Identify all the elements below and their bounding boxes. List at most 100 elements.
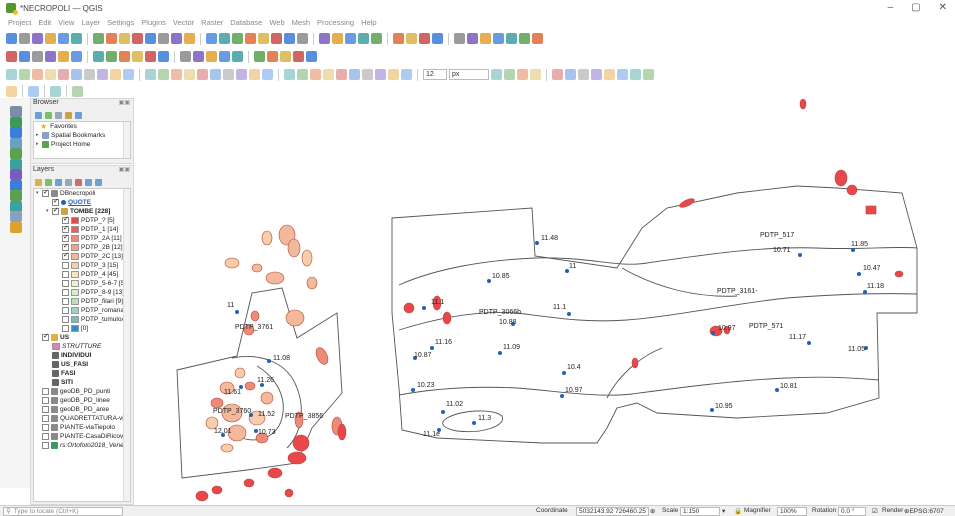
layer-visibility-checkbox[interactable]	[42, 189, 49, 197]
add-layer-tool-icon[interactable]	[10, 211, 22, 222]
layer-visibility-checkbox[interactable]	[52, 197, 59, 206]
expand-all-icon[interactable]	[85, 179, 92, 186]
toolbar-tool-icon[interactable]	[643, 69, 654, 80]
toolbar-tool-icon[interactable]	[71, 51, 82, 62]
tomb[interactable]	[195, 490, 209, 502]
toolbar-tool-icon[interactable]	[145, 33, 156, 44]
layer-visibility-checkbox[interactable]	[62, 298, 69, 305]
toolbar-tool-icon[interactable]	[393, 33, 404, 44]
toolbar-tool-icon[interactable]	[284, 69, 295, 80]
layer-visibility-checkbox[interactable]	[62, 271, 69, 278]
layer-item[interactable]: FASI	[34, 369, 130, 378]
tomb[interactable]	[234, 367, 246, 379]
layers-scrollbar[interactable]	[123, 189, 130, 501]
toolbar-tool-icon[interactable]	[97, 69, 108, 80]
tomb[interactable]	[210, 397, 224, 409]
tomb[interactable]	[244, 381, 256, 391]
elevation-point[interactable]	[711, 331, 715, 335]
layer-visibility-checkbox[interactable]	[62, 307, 69, 314]
tomb[interactable]	[260, 391, 274, 405]
chevron-down-icon[interactable]: ▾	[722, 507, 725, 515]
layer-item[interactable]: QUADRETTATURA-viaTiep	[34, 414, 130, 423]
tomb[interactable]	[292, 434, 310, 452]
toolbar-tool-icon[interactable]	[388, 69, 399, 80]
style-icon[interactable]	[35, 179, 42, 186]
toolbar-tool-icon[interactable]	[158, 51, 169, 62]
toolbar-tool-icon[interactable]	[45, 51, 56, 62]
collapse-icon[interactable]	[65, 112, 72, 119]
tomb[interactable]	[243, 478, 255, 488]
toolbar-tool-icon[interactable]	[271, 33, 282, 44]
layer-item[interactable]: PDTP_4 [45]	[34, 270, 130, 279]
toolbar-tool-icon[interactable]	[19, 51, 30, 62]
layer-item[interactable]: PDTP_5-6-7 [53]	[34, 279, 130, 288]
toolbar-tool-icon[interactable]	[375, 69, 386, 80]
toolbar-tool-icon[interactable]	[319, 33, 330, 44]
toolbar-tool-icon[interactable]	[210, 69, 221, 80]
elevation-point[interactable]	[498, 351, 502, 355]
toolbar-tool-icon[interactable]	[110, 69, 121, 80]
layer-visibility-checkbox[interactable]	[62, 224, 69, 233]
layer-visibility-checkbox[interactable]	[42, 388, 49, 395]
toolbar-tool-icon[interactable]	[6, 51, 17, 62]
add-layer-tool-icon[interactable]	[10, 221, 22, 233]
elevation-point[interactable]	[411, 388, 415, 392]
layer-item[interactable]: PDTP_romana [26]	[34, 306, 130, 315]
layer-visibility-checkbox[interactable]	[62, 289, 69, 296]
browser-item-favorites[interactable]: ★ Favorites	[34, 122, 130, 131]
tomb[interactable]	[337, 423, 347, 441]
toolbar-tool-icon[interactable]	[297, 69, 308, 80]
layer-visibility-checkbox[interactable]	[52, 206, 59, 215]
elevation-point[interactable]	[472, 421, 476, 425]
layer-item[interactable]: PDTP_2C [13]	[34, 251, 130, 261]
toolbar-tool-icon[interactable]	[262, 69, 273, 80]
toolbar-tool-icon[interactable]	[32, 51, 43, 62]
toolbar-tool-icon[interactable]	[219, 51, 230, 62]
toolbar-tool-icon[interactable]	[491, 69, 502, 80]
layer-item[interactable]: US_FASI	[34, 360, 130, 369]
menu-settings[interactable]: Settings	[107, 18, 134, 27]
toolbar-tool-icon[interactable]	[480, 33, 491, 44]
toolbar-tool-icon[interactable]	[58, 33, 69, 44]
minimize-button[interactable]: –	[888, 2, 894, 13]
toolbar-tool-icon[interactable]	[249, 69, 260, 80]
layer-visibility-checkbox[interactable]	[62, 316, 69, 323]
collapse-all-icon[interactable]	[95, 179, 102, 186]
elevation-point[interactable]	[567, 312, 571, 316]
tomb[interactable]	[846, 184, 858, 196]
toolbar-tool-icon[interactable]	[180, 51, 191, 62]
toolbar-tool-icon[interactable]	[145, 51, 156, 62]
tomb[interactable]	[834, 169, 848, 187]
elevation-point[interactable]	[267, 359, 271, 363]
map-canvas[interactable]: PDTP_3761 PDTP_3760 PDTP_3856 PDTP_3066b…	[137, 98, 955, 505]
toolbar-tool-icon[interactable]	[254, 51, 265, 62]
toolbar-tool-icon[interactable]	[493, 33, 504, 44]
add-layer-tool-icon[interactable]	[10, 148, 22, 159]
layer-item[interactable]: QUOTE	[34, 197, 130, 207]
toolbar-tool-icon[interactable]	[71, 33, 82, 44]
toolbar-tool-icon[interactable]	[184, 69, 195, 80]
elevation-point[interactable]	[560, 394, 564, 398]
layer-visibility-checkbox[interactable]	[62, 280, 69, 287]
toolbar-tool-icon[interactable]	[306, 51, 317, 62]
layer-visibility-checkbox[interactable]	[62, 242, 69, 251]
add-layer-tool-icon[interactable]	[10, 158, 22, 170]
toolbar-tool-icon[interactable]	[323, 69, 334, 80]
tomb[interactable]	[306, 276, 318, 290]
tomb[interactable]	[265, 271, 285, 285]
menu-edit[interactable]: Edit	[38, 18, 51, 27]
tomb[interactable]	[267, 467, 283, 479]
tomb[interactable]	[631, 357, 639, 369]
tomb[interactable]	[301, 249, 313, 267]
toolbar-tool-icon[interactable]	[58, 69, 69, 80]
tomb[interactable]	[284, 488, 294, 498]
add-layer-tool-icon[interactable]	[10, 106, 22, 117]
label-unit-select[interactable]: px	[449, 69, 489, 80]
layer-item[interactable]: STRUTTURE	[34, 342, 130, 351]
elevation-point[interactable]	[235, 310, 239, 314]
toolbar-tool-icon[interactable]	[454, 33, 465, 44]
crs-button[interactable]: ⊕EPSG:6707	[904, 507, 944, 515]
toolbar-tool-icon[interactable]	[93, 51, 104, 62]
toolbar-tool-icon[interactable]	[50, 85, 61, 97]
map-svg[interactable]: PDTP_3761 PDTP_3760 PDTP_3856 PDTP_3066b…	[137, 98, 955, 505]
